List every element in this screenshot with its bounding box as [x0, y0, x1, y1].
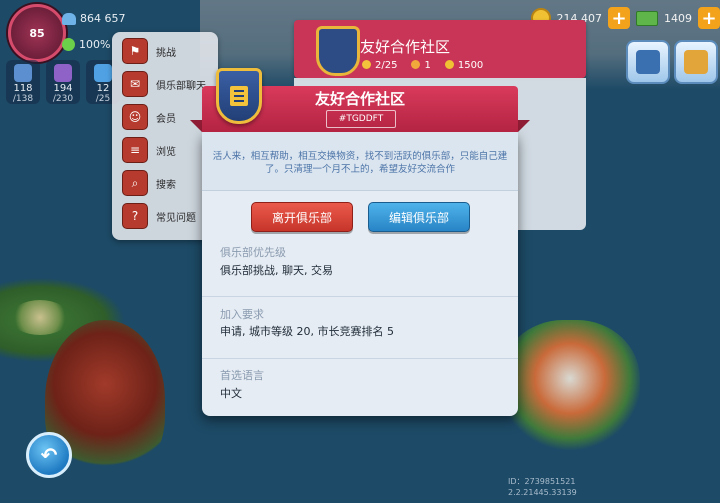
- language-label: 首选语言: [220, 369, 264, 382]
- storage-stat-2[interactable]: 194 /230: [46, 60, 80, 104]
- dialog-title: 友好合作社区: [314, 90, 405, 108]
- add-simoleons-button[interactable]: +: [608, 7, 630, 29]
- shop-button[interactable]: [674, 40, 718, 84]
- club-stats: 2/25 1 1500: [362, 60, 483, 71]
- menu-item-browse[interactable]: ≡ 浏览: [122, 137, 176, 163]
- cloud-building-icon: [94, 64, 112, 82]
- small-island: [10, 300, 70, 335]
- stat-value: 118: [13, 83, 33, 94]
- menu-item-label: 浏览: [156, 146, 176, 158]
- player-id: ID：2739851521: [508, 477, 576, 486]
- happiness-value: 100%: [79, 38, 111, 51]
- back-arrow-icon: ↶: [40, 443, 58, 467]
- menu-item-challenge[interactable]: ⚑ 挑战: [122, 38, 176, 64]
- player-level: 85: [29, 26, 45, 40]
- priority-label: 俱乐部优先级: [220, 246, 286, 259]
- members-icon: ☺: [122, 104, 148, 130]
- ribbon-tail-left: [190, 120, 202, 132]
- chat-icon: ✉: [122, 71, 148, 97]
- members-icon: [362, 60, 371, 69]
- menu-item-label: 搜索: [156, 179, 176, 191]
- menu-item-label: 挑战: [156, 47, 176, 59]
- menu-item-club-chat[interactable]: ✉ 俱乐部聊天: [122, 71, 206, 97]
- section-divider: [202, 296, 518, 297]
- version-number: 2.2.21445.33139: [508, 488, 577, 497]
- storage-stat-1[interactable]: 118 /138: [6, 60, 40, 104]
- ribbon-tail-right: [518, 120, 530, 132]
- menu-item-search[interactable]: ⌕ 搜索: [122, 170, 176, 196]
- happiness-counter[interactable]: 100%: [62, 38, 110, 51]
- language-value: 中文: [220, 387, 242, 400]
- population-icon: [62, 12, 76, 25]
- club-points: 1500: [444, 60, 483, 71]
- add-simcash-button[interactable]: +: [698, 7, 720, 29]
- stat-max: /230: [52, 94, 74, 104]
- club-name: 友好合作社区: [360, 38, 451, 56]
- population-value: 864 657: [80, 12, 126, 25]
- coin-icon: [444, 60, 454, 69]
- omega-building-icon: [54, 64, 72, 82]
- requirements-value: 申请, 城市等级 20, 市长竞赛排名 5: [220, 325, 394, 338]
- search-icon: ⌕: [122, 170, 148, 196]
- menu-item-members[interactable]: ☺ 会员: [122, 104, 176, 130]
- simcash-value: 1409: [664, 11, 692, 25]
- section-divider: [202, 358, 518, 359]
- gamepad-icon: [636, 50, 660, 74]
- back-button[interactable]: ↶: [26, 432, 72, 478]
- club-tag: #TGDDFT: [326, 110, 396, 128]
- player-level-badge[interactable]: 85: [8, 4, 66, 62]
- leave-club-button[interactable]: 离开俱乐部: [251, 202, 353, 232]
- storage-stats: 118 /138 194 /230 12 /25: [6, 60, 120, 104]
- shopping-bag-icon: [684, 50, 708, 74]
- build-info: ID：2739851521 2.2.21445.33139: [508, 476, 577, 498]
- menu-item-label: 俱乐部聊天: [156, 80, 206, 92]
- storage-building-icon: [14, 64, 32, 82]
- club-members: 2/25: [362, 60, 397, 71]
- simcash-icon: [636, 10, 658, 26]
- club-trophies: 1: [411, 60, 431, 71]
- resort-island[interactable]: [500, 320, 640, 450]
- browse-icon: ≡: [122, 137, 148, 163]
- stat-value: 194: [53, 83, 73, 94]
- gamepad-button[interactable]: [626, 40, 670, 84]
- requirements-label: 加入要求: [220, 308, 264, 321]
- edit-club-button[interactable]: 编辑俱乐部: [368, 202, 470, 232]
- club-emblem-icon: [316, 26, 360, 76]
- menu-item-label: 常见问题: [156, 212, 196, 224]
- population-counter[interactable]: 864 657: [62, 12, 126, 25]
- happiness-icon: [62, 38, 75, 51]
- priority-value: 俱乐部挑战, 聊天, 交易: [220, 264, 333, 277]
- challenge-icon: ⚑: [122, 38, 148, 64]
- stat-max: /138: [12, 94, 34, 104]
- menu-item-label: 会员: [156, 113, 176, 125]
- faq-icon: ?: [122, 203, 148, 229]
- trophy-icon: [411, 60, 421, 69]
- club-description: 活人来，相互帮助，相互交换物资，找不到活跃的俱乐部，只能自己建了。只清理一个月不…: [212, 151, 508, 175]
- menu-item-faq[interactable]: ? 常见问题: [122, 203, 196, 229]
